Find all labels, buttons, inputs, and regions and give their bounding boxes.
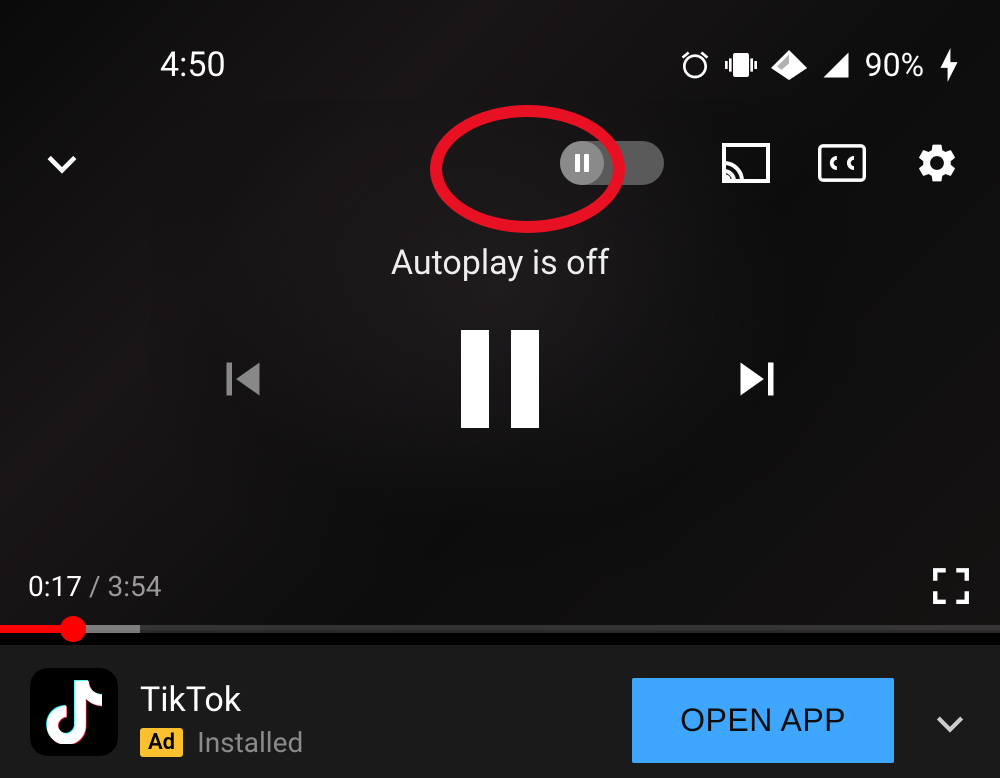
collapse-button[interactable] bbox=[40, 141, 84, 185]
chevron-down-icon bbox=[930, 703, 970, 743]
fullscreen-button[interactable] bbox=[930, 565, 972, 607]
video-backdrop bbox=[0, 0, 1000, 630]
cast-button[interactable] bbox=[722, 143, 770, 183]
ad-install-status: Installed bbox=[197, 726, 303, 759]
status-icons: 90% bbox=[679, 46, 960, 84]
captions-button[interactable] bbox=[818, 144, 866, 182]
charging-icon bbox=[938, 48, 960, 82]
battery-percent: 90% bbox=[865, 46, 924, 84]
chevron-down-icon bbox=[40, 141, 84, 185]
wifi-icon bbox=[771, 50, 807, 80]
signal-icon bbox=[821, 50, 851, 80]
time-separator: / bbox=[82, 570, 107, 603]
cast-icon bbox=[722, 143, 770, 183]
cc-icon bbox=[818, 144, 866, 182]
annotation-highlight bbox=[430, 105, 625, 233]
vibrate-icon bbox=[725, 49, 757, 81]
time-text: 0:17 / 3:54 bbox=[28, 570, 161, 603]
alarm-icon bbox=[679, 49, 711, 81]
player-center-controls bbox=[0, 330, 1000, 428]
open-app-button[interactable]: OPEN APP bbox=[632, 678, 894, 763]
ad-info: TikTok Ad Installed bbox=[140, 680, 303, 759]
fullscreen-icon bbox=[930, 565, 972, 607]
skip-previous-icon bbox=[210, 346, 276, 412]
ad-title[interactable]: TikTok bbox=[140, 680, 303, 720]
status-time: 4:50 bbox=[160, 45, 226, 85]
ad-expand-button[interactable] bbox=[930, 703, 970, 743]
gear-icon bbox=[914, 140, 960, 186]
ad-badge: Ad bbox=[140, 728, 183, 757]
tiktok-icon bbox=[46, 680, 102, 744]
settings-button[interactable] bbox=[914, 140, 960, 186]
time-display-row: 0:17 / 3:54 bbox=[28, 565, 972, 607]
previous-button[interactable] bbox=[210, 346, 276, 412]
pause-button[interactable] bbox=[461, 330, 539, 428]
current-time: 0:17 bbox=[28, 570, 82, 603]
ad-banner: TikTok Ad Installed OPEN APP bbox=[0, 645, 1000, 778]
pause-icon bbox=[461, 330, 539, 428]
progress-thumb[interactable] bbox=[60, 616, 86, 642]
progress-bar[interactable] bbox=[0, 625, 1000, 633]
next-button[interactable] bbox=[724, 346, 790, 412]
status-bar: 4:50 90% bbox=[0, 40, 1000, 90]
total-duration: 3:54 bbox=[107, 570, 161, 603]
skip-next-icon bbox=[724, 346, 790, 412]
ad-app-icon[interactable] bbox=[30, 668, 118, 756]
autoplay-status-text: Autoplay is off bbox=[0, 243, 1000, 283]
